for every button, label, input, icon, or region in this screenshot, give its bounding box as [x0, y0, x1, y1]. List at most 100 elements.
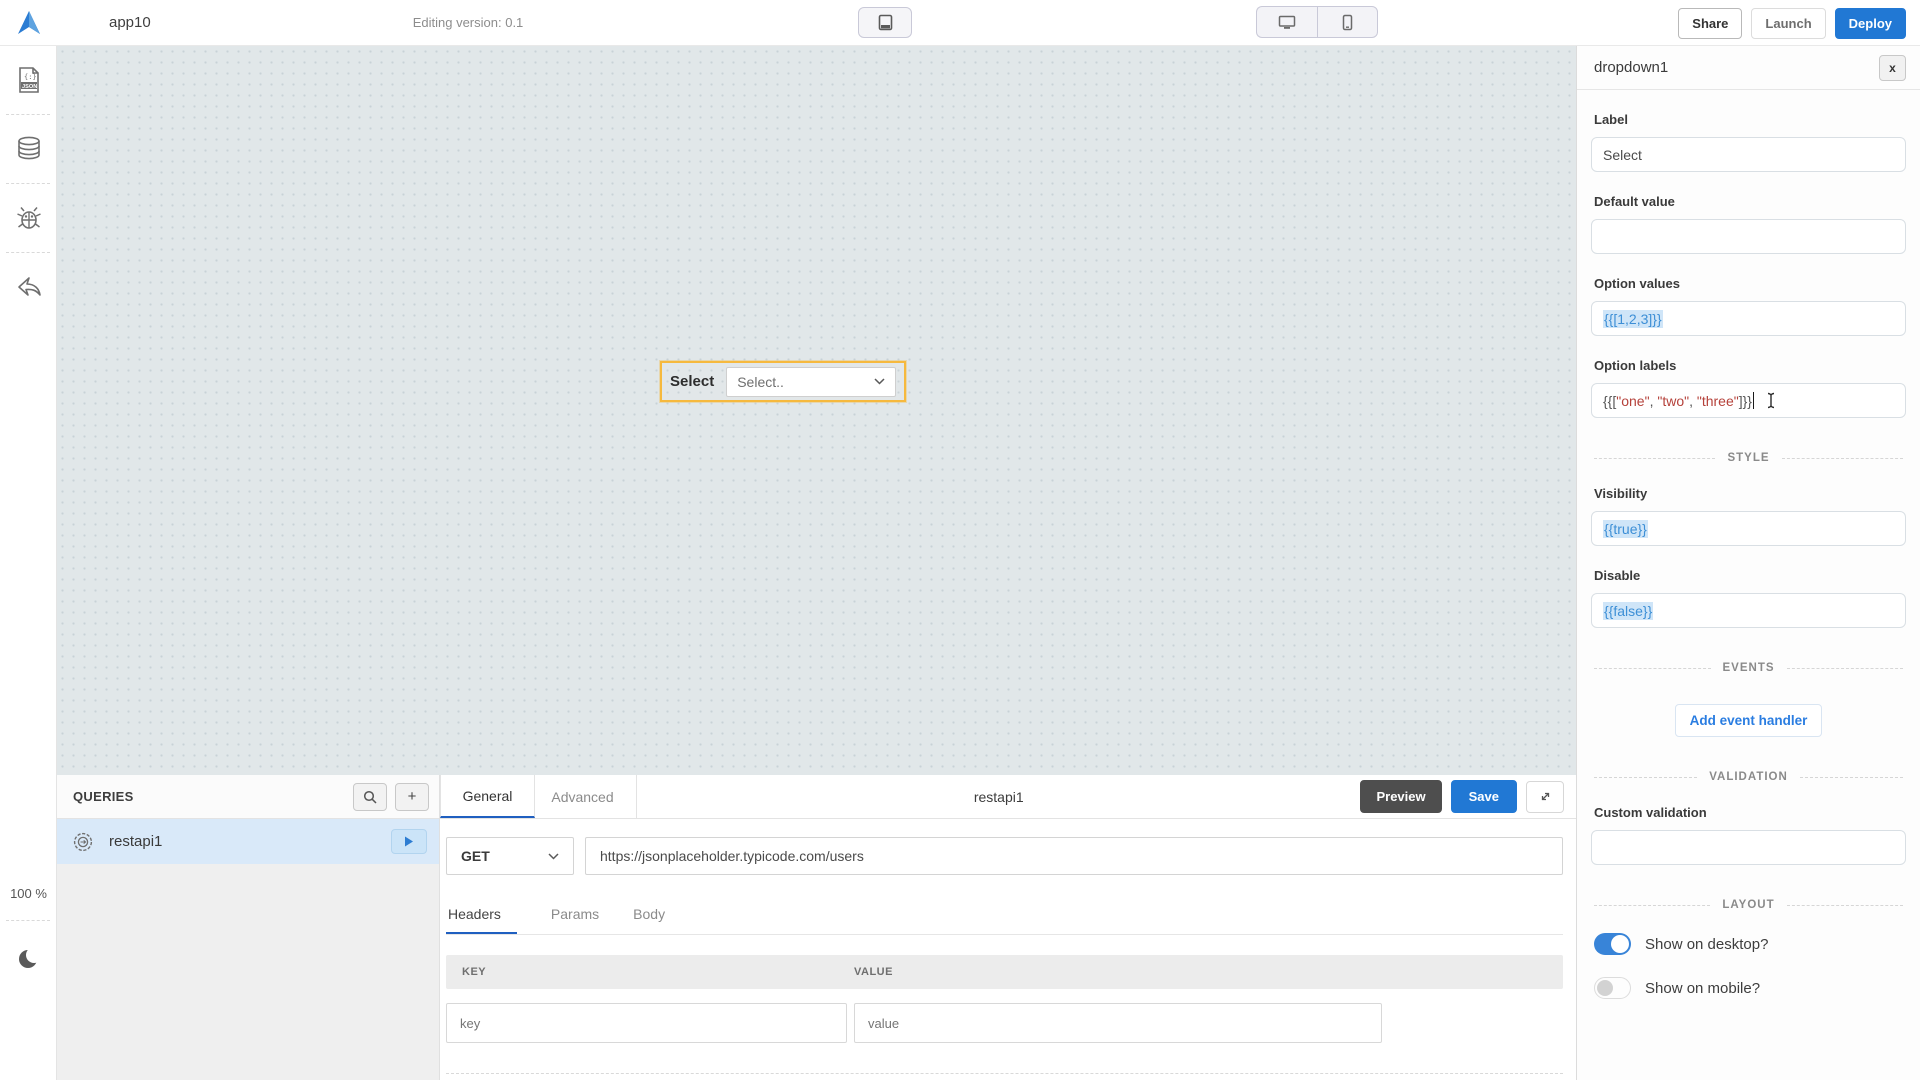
- left-sidebar: {:} JSON: [0, 46, 57, 1080]
- toggle-knob: [1597, 980, 1613, 996]
- tablet-icon: [878, 14, 893, 31]
- mobile-view-button[interactable]: [1317, 6, 1378, 38]
- editing-version-label: Editing version: 0.1: [413, 15, 524, 30]
- sidebar-item-undo[interactable]: [0, 253, 57, 321]
- mobile-icon: [1342, 14, 1353, 31]
- sidebar-item-datasources[interactable]: [0, 115, 57, 183]
- app-title: app10: [109, 14, 151, 31]
- top-bar: app10 Editing version: 0.1: [0, 0, 1920, 46]
- http-method-select[interactable]: GET: [446, 837, 574, 875]
- editor-actions: Preview Save: [1360, 775, 1576, 818]
- option-labels-label: Option labels: [1594, 358, 1903, 373]
- layout-section-header: LAYOUT: [1594, 899, 1903, 911]
- bug-icon: [15, 204, 43, 232]
- tab-headers[interactable]: Headers: [446, 897, 517, 934]
- header-value-input[interactable]: [854, 1003, 1382, 1043]
- http-method-value: GET: [461, 848, 490, 864]
- tab-advanced[interactable]: Advanced: [535, 775, 630, 818]
- share-button[interactable]: Share: [1678, 8, 1742, 39]
- dropdown1-widget[interactable]: Select Select..: [660, 361, 906, 402]
- header-key-input[interactable]: [446, 1003, 847, 1043]
- deploy-button[interactable]: Deploy: [1835, 8, 1906, 39]
- query-name: restapi1: [109, 833, 391, 850]
- chevron-down-icon: [548, 853, 559, 860]
- query-list-item[interactable]: restapi1: [57, 819, 439, 864]
- tab-general[interactable]: General: [440, 775, 535, 818]
- label-property-label: Label: [1594, 112, 1903, 127]
- desktop-view-button[interactable]: [1256, 6, 1317, 38]
- editor-tabs: General Advanced: [440, 775, 637, 818]
- default-value-input[interactable]: [1591, 219, 1906, 254]
- dropdown-widget-label: Select: [670, 373, 714, 390]
- widget-inspector: dropdown1 x Label Select Default value O…: [1576, 46, 1920, 1080]
- app-logo[interactable]: [0, 10, 57, 36]
- disable-input[interactable]: {{false}}: [1591, 593, 1906, 628]
- svg-text:JSON: JSON: [22, 84, 37, 90]
- search-queries-button[interactable]: [353, 783, 387, 811]
- style-section-header: STYLE: [1594, 452, 1903, 464]
- desktop-icon: [1278, 15, 1296, 30]
- query-editor-header: General Advanced restapi1 Preview Save: [440, 775, 1576, 819]
- visibility-input[interactable]: {{true}}: [1591, 511, 1906, 546]
- canvas-device-button[interactable]: [858, 7, 912, 38]
- label-property-value: Select: [1603, 147, 1642, 163]
- app-canvas[interactable]: Select Select..: [57, 46, 1576, 775]
- key-column-header: KEY: [462, 966, 854, 978]
- expand-editor-button[interactable]: [1526, 781, 1564, 813]
- add-event-handler-button[interactable]: Add event handler: [1675, 704, 1823, 737]
- option-labels-code: {{["one", "two", "three"]}}: [1603, 393, 1752, 409]
- custom-validation-input[interactable]: [1591, 830, 1906, 865]
- svg-text:{:}: {:}: [24, 73, 37, 81]
- kv-table-header: KEY VALUE: [446, 955, 1563, 989]
- events-section-header: EVENTS: [1594, 662, 1903, 674]
- editor-divider: [446, 1073, 1563, 1074]
- show-on-desktop-row: Show on desktop?: [1594, 933, 1903, 955]
- show-on-mobile-row: Show on mobile?: [1594, 977, 1903, 999]
- tab-body[interactable]: Body: [633, 897, 665, 934]
- custom-validation-label: Custom validation: [1594, 805, 1903, 820]
- close-inspector-button[interactable]: x: [1879, 55, 1906, 81]
- option-labels-input[interactable]: {{["one", "two", "three"]}}: [1591, 383, 1906, 418]
- sidebar-item-inspector[interactable]: {:} JSON: [0, 46, 57, 114]
- plus-icon: +: [408, 788, 417, 805]
- logo-icon: [16, 10, 42, 36]
- query-editor-title: restapi1: [637, 775, 1360, 818]
- queries-header: QUERIES +: [57, 775, 439, 819]
- option-values-input[interactable]: {{[1,2,3]}}: [1591, 301, 1906, 336]
- request-row: GET: [446, 837, 1563, 875]
- undo-arrow-icon: [15, 275, 43, 299]
- show-on-mobile-label: Show on mobile?: [1645, 980, 1760, 997]
- run-query-button[interactable]: [391, 829, 427, 854]
- chevron-down-icon: [874, 378, 885, 385]
- expand-icon: [1539, 790, 1552, 803]
- inspector-header: dropdown1 x: [1577, 46, 1920, 90]
- preview-button[interactable]: Preview: [1360, 780, 1441, 813]
- add-query-button[interactable]: +: [395, 783, 429, 811]
- kv-table-row: [446, 1003, 1576, 1043]
- sidebar-item-debugger[interactable]: [0, 184, 57, 252]
- rest-api-icon: [71, 830, 95, 854]
- device-preview-toggle: [1256, 6, 1378, 38]
- dropdown-widget-select[interactable]: Select..: [726, 367, 896, 397]
- save-button[interactable]: Save: [1451, 780, 1517, 813]
- visibility-code: {{true}}: [1603, 520, 1648, 538]
- show-on-desktop-toggle[interactable]: [1594, 933, 1631, 955]
- tab-params[interactable]: Params: [551, 897, 599, 934]
- launch-button[interactable]: Launch: [1751, 8, 1825, 39]
- label-property-input[interactable]: Select: [1591, 137, 1906, 172]
- queries-title: QUERIES: [73, 789, 345, 804]
- toggle-knob: [1611, 935, 1629, 953]
- visibility-label: Visibility: [1594, 486, 1903, 501]
- inspector-widget-name: dropdown1: [1594, 59, 1668, 76]
- text-caret: [1753, 392, 1755, 409]
- value-column-header: VALUE: [854, 966, 893, 978]
- sidebar-divider: [6, 920, 50, 921]
- url-input[interactable]: [585, 837, 1563, 875]
- dark-mode-toggle[interactable]: [0, 946, 57, 972]
- zoom-level-label: 100 %: [0, 886, 57, 901]
- show-on-mobile-toggle[interactable]: [1594, 977, 1631, 999]
- show-on-desktop-label: Show on desktop?: [1645, 936, 1768, 953]
- option-values-label: Option values: [1594, 276, 1903, 291]
- query-editor: General Advanced restapi1 Preview Save G…: [440, 775, 1576, 1080]
- default-value-label: Default value: [1594, 194, 1903, 209]
